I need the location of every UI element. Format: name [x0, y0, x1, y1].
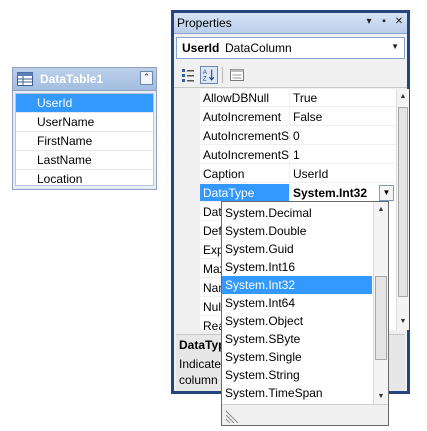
scroll-down-icon[interactable]: ▼ — [397, 316, 409, 328]
property-grid-scrollbar[interactable]: ▲ ▼ — [396, 89, 409, 330]
properties-toolbar: A Z — [174, 63, 407, 88]
property-row[interactable]: Caption UserId — [176, 165, 396, 184]
property-row[interactable]: AllowDBNull True — [176, 89, 396, 108]
dropdown-item[interactable]: System.SByte — [222, 330, 372, 348]
close-icon[interactable]: ✕ — [393, 16, 405, 28]
dropdown-scrollbar[interactable]: ▲ ▼ — [373, 202, 388, 405]
column-userid[interactable]: UserId — [16, 94, 153, 113]
property-row[interactable]: AutoIncrementStep 1 — [176, 146, 396, 165]
datatable-designer[interactable]: DataTable1 ⌃ UserId UserName FirstName L… — [12, 67, 157, 190]
datatable-title: DataTable1 — [40, 72, 104, 86]
dropdown-item[interactable]: System.TimeSpan — [222, 384, 372, 402]
datatable-column-list: UserId UserName FirstName LastName Locat… — [15, 93, 154, 189]
dropdown-item[interactable]: System.Int16 — [222, 258, 372, 276]
property-name: DataType — [200, 184, 290, 202]
property-row[interactable]: AutoIncrement False — [176, 108, 396, 127]
column-lastname[interactable]: LastName — [16, 151, 153, 170]
property-row[interactable]: AutoIncrementSeed 0 — [176, 127, 396, 146]
datatable-header[interactable]: DataTable1 ⌃ — [13, 68, 156, 91]
property-value[interactable]: False — [290, 108, 396, 126]
categorized-icon[interactable] — [179, 66, 197, 84]
dropdown-item[interactable]: System.Double — [222, 222, 372, 240]
property-pages-icon[interactable] — [228, 66, 246, 84]
table-icon — [17, 72, 33, 86]
window-position-icon[interactable]: ▾ — [363, 16, 375, 28]
dropdown-item[interactable]: System.Int64 — [222, 294, 372, 312]
object-type: DataColumn — [225, 41, 292, 55]
property-value[interactable]: 1 — [290, 146, 396, 164]
property-name: AutoIncrement — [200, 108, 290, 126]
chevron-down-icon[interactable]: ▼ — [379, 185, 394, 201]
scroll-up-icon[interactable]: ▲ — [375, 204, 387, 216]
chevron-down-icon[interactable]: ▼ — [391, 42, 399, 51]
property-value[interactable]: 0 — [290, 127, 396, 145]
toolbar-separator — [222, 67, 223, 83]
properties-title: Properties — [177, 16, 232, 30]
column-location[interactable]: Location — [16, 170, 153, 189]
dropdown-item-selected[interactable]: System.Int32 — [222, 276, 372, 294]
datatype-dropdown-list[interactable]: System.Decimal System.Double System.Guid… — [221, 201, 389, 426]
dropdown-item[interactable]: System.String — [222, 366, 372, 384]
dropdown-item[interactable]: System.Decimal — [222, 204, 372, 222]
property-name: AllowDBNull — [200, 89, 290, 107]
column-username[interactable]: UserName — [16, 113, 153, 132]
object-name: UserId — [182, 41, 220, 55]
property-name: AutoIncrementSeed — [200, 127, 290, 145]
column-firstname[interactable]: FirstName — [16, 132, 153, 151]
resize-grip-icon[interactable] — [225, 409, 239, 423]
object-selector[interactable]: UserId DataColumn ▼ — [176, 37, 405, 59]
pin-icon[interactable]: ▪ — [378, 16, 390, 28]
property-name: Caption — [200, 165, 290, 183]
scroll-down-icon[interactable]: ▼ — [375, 391, 387, 403]
property-name: AutoIncrementStep — [200, 146, 290, 164]
scrollbar-thumb[interactable] — [375, 276, 387, 360]
alphabetical-icon[interactable]: A Z — [200, 66, 218, 84]
dropdown-footer — [222, 404, 388, 425]
double-chevron-up-icon[interactable]: ⌃ — [140, 71, 153, 85]
dropdown-item[interactable]: System.Guid — [222, 240, 372, 258]
scrollbar-thumb[interactable] — [398, 107, 408, 297]
dropdown-item[interactable]: System.Single — [222, 348, 372, 366]
properties-title-bar[interactable]: Properties ▾ ▪ ✕ — [174, 13, 407, 34]
dropdown-item[interactable]: System.Object — [222, 312, 372, 330]
scroll-up-icon[interactable]: ▲ — [397, 91, 409, 103]
property-value[interactable]: True — [290, 89, 396, 107]
property-value[interactable]: UserId — [290, 165, 396, 183]
svg-text:Z: Z — [203, 75, 207, 82]
